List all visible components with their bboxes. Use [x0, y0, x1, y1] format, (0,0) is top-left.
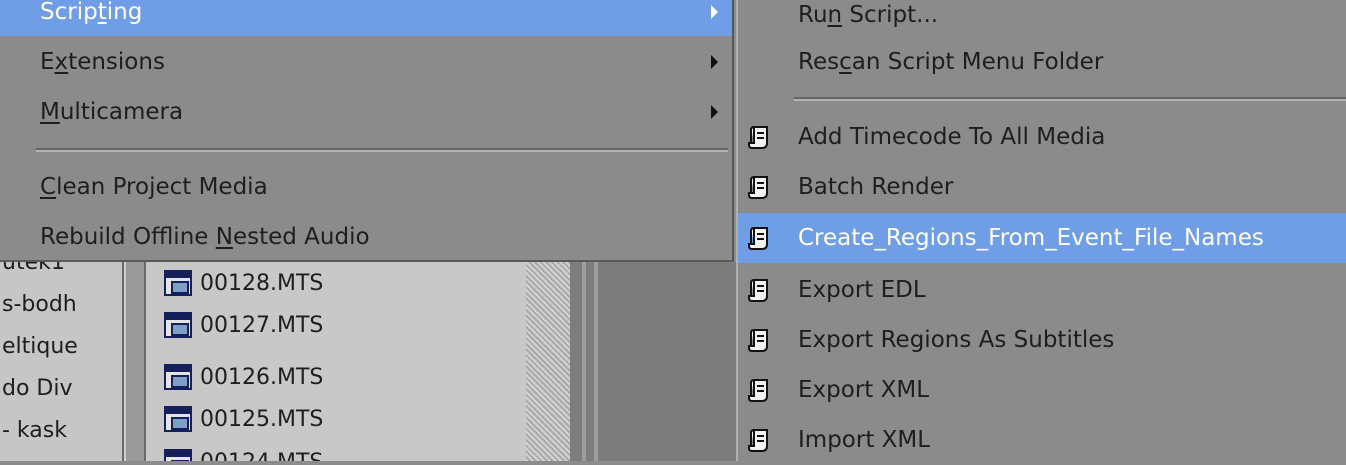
menu-item-label: Batch Render	[798, 174, 954, 200]
file-item[interactable]: 00128.MTS	[164, 263, 323, 303]
menu-item-label: Run Script...	[798, 2, 939, 28]
menu-item-label: Create_Regions_From_Event_File_Names	[798, 225, 1264, 251]
menu-item-label: Clean Project Media	[40, 174, 268, 200]
video-file-icon	[164, 364, 192, 390]
file-item[interactable]: 00126.MTS	[164, 357, 323, 397]
file-name: 00125.MTS	[200, 406, 324, 432]
menu-item-script[interactable]: Import XML	[738, 415, 1346, 465]
file-item[interactable]: 00127.MTS	[164, 305, 323, 345]
file-name: 00126.MTS	[200, 364, 324, 390]
file-name: 00127.MTS	[200, 312, 324, 338]
menu-item-label: Add Timecode To All Media	[798, 124, 1106, 150]
menu-item-script[interactable]: Export EDL	[738, 265, 1346, 315]
menu-item-rebuild-offline-nested-audio[interactable]: Rebuild Offline Nested Audio	[0, 213, 732, 261]
menu-item-label: Export Regions As Subtitles	[798, 327, 1115, 353]
menu-item-script[interactable]: Batch Render	[738, 162, 1346, 212]
file-item[interactable]: 00124.MTS	[164, 442, 323, 461]
folder-list: utek1 s-bodh eltique do Div - kask	[0, 262, 124, 461]
pane-splitter[interactable]	[124, 262, 146, 461]
menu-item-label: Export EDL	[798, 277, 926, 303]
script-icon	[748, 126, 768, 149]
folder-item[interactable]: s-bodh	[2, 292, 77, 317]
context-menu: Scripting Extensions Multicamera Clean P…	[0, 0, 734, 262]
menu-item-label: Scripting	[40, 0, 143, 25]
menu-item-run-script[interactable]: Run Script...	[738, 0, 1346, 40]
menu-item-label: Extensions	[40, 49, 165, 75]
menu-item-script-highlighted[interactable]: Create_Regions_From_Event_File_Names	[738, 213, 1346, 263]
menu-item-rescan-script-menu-folder[interactable]: Rescan Script Menu Folder	[738, 37, 1346, 87]
script-icon	[748, 429, 768, 452]
folder-item[interactable]: do Div	[2, 376, 73, 401]
folder-item[interactable]: eltique	[2, 334, 78, 359]
file-name: 00128.MTS	[200, 270, 324, 296]
menu-item-script[interactable]: Add Timecode To All Media	[738, 112, 1346, 162]
script-icon	[748, 227, 768, 250]
script-icon	[748, 329, 768, 352]
submenu-arrow-icon	[711, 55, 718, 69]
folder-item[interactable]: utek1	[2, 262, 65, 275]
submenu-arrow-icon	[711, 5, 718, 19]
video-file-icon	[164, 406, 192, 432]
submenu-arrow-icon	[711, 105, 718, 119]
scrollbar-track[interactable]	[526, 262, 570, 461]
script-icon	[748, 379, 768, 402]
video-file-icon	[164, 270, 192, 296]
script-icon	[748, 176, 768, 199]
menu-item-script[interactable]: Export Regions As Subtitles	[738, 315, 1346, 365]
right-panel	[570, 262, 736, 461]
menu-item-extensions[interactable]: Extensions	[0, 38, 732, 86]
scripting-submenu: Run Script... Rescan Script Menu Folder …	[736, 0, 1346, 461]
menu-item-script[interactable]: Export XML	[738, 365, 1346, 415]
menu-item-label: Import XML	[798, 427, 931, 453]
menu-item-label: Export XML	[798, 377, 930, 403]
menu-item-label: Multicamera	[40, 99, 184, 125]
panel-divider	[582, 262, 586, 461]
menu-item-multicamera[interactable]: Multicamera	[0, 88, 732, 136]
panel-divider	[594, 262, 598, 461]
video-file-icon	[164, 449, 192, 461]
video-file-icon	[164, 312, 192, 338]
file-item[interactable]: 00125.MTS	[164, 399, 323, 439]
menu-item-label: Rescan Script Menu Folder	[798, 49, 1104, 75]
menu-item-clean-project-media[interactable]: Clean Project Media	[0, 163, 732, 211]
file-name: 00124.MTS	[200, 450, 323, 462]
menu-item-scripting[interactable]: Scripting	[0, 0, 732, 36]
menu-item-label: Rebuild Offline Nested Audio	[40, 224, 370, 250]
menu-separator	[794, 97, 1346, 101]
script-icon	[748, 279, 768, 302]
file-list: 00128.MTS 00127.MTS 00126.MTS 00125.MTS …	[146, 262, 526, 461]
folder-item[interactable]: - kask	[2, 418, 67, 443]
menu-separator	[36, 148, 728, 152]
